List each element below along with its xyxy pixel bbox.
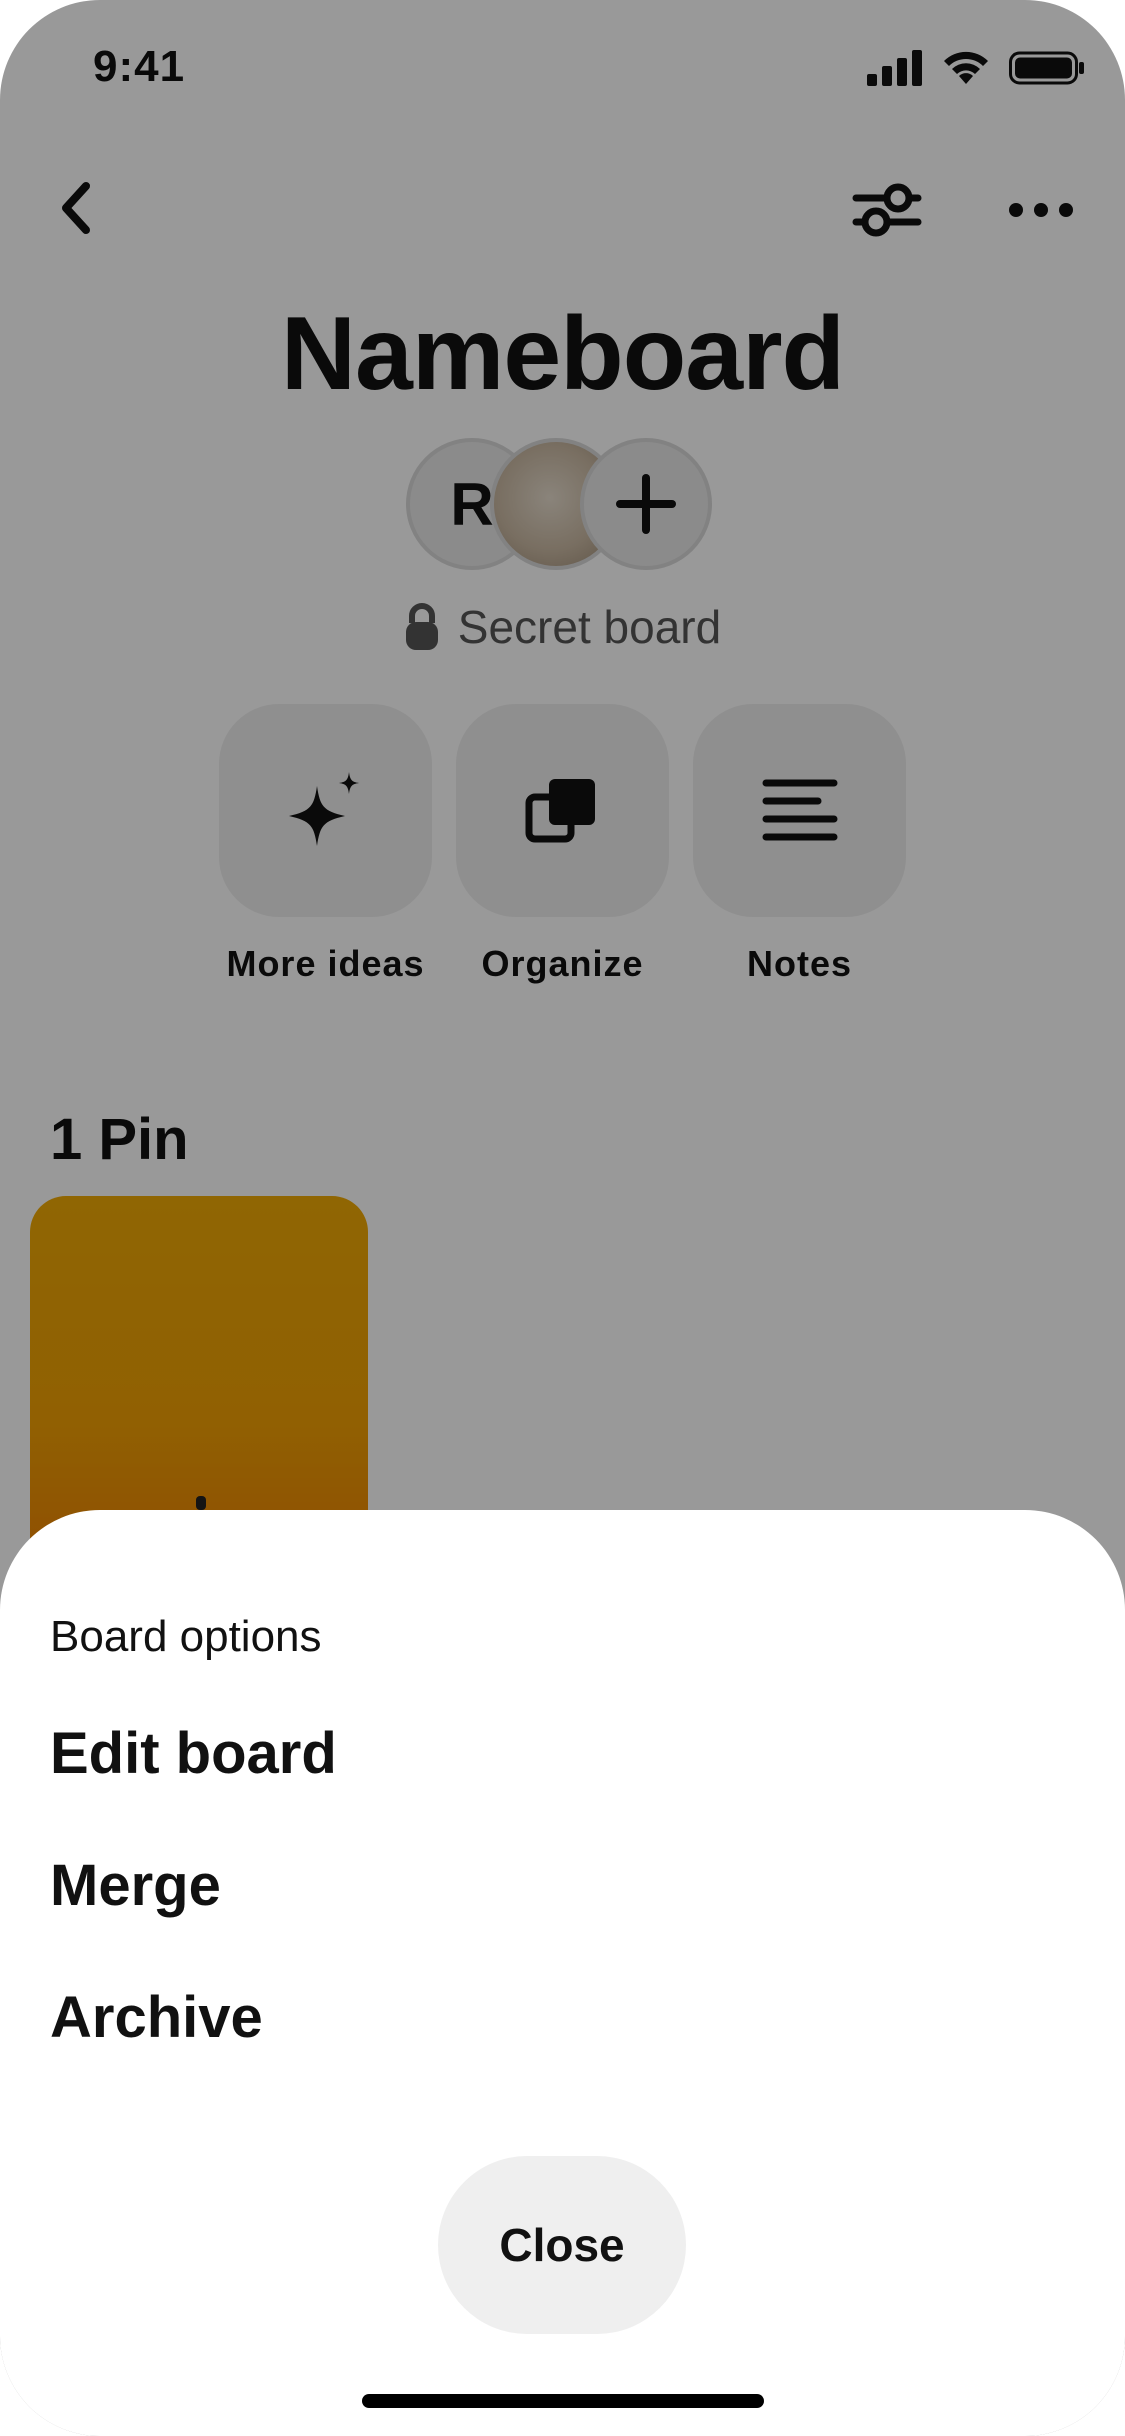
home-indicator xyxy=(362,2394,764,2408)
board-screen: 9:41 Nameboard R Secret board More ideas… xyxy=(0,0,1125,2436)
edit-board-option[interactable]: Edit board xyxy=(50,1720,337,1787)
sheet-title: Board options xyxy=(50,1612,322,1661)
board-options-sheet: Board options Edit board Merge Archive C… xyxy=(0,1510,1125,2436)
close-button[interactable]: Close xyxy=(438,2156,686,2334)
merge-option[interactable]: Merge xyxy=(50,1852,221,1919)
archive-option[interactable]: Archive xyxy=(50,1984,263,2051)
